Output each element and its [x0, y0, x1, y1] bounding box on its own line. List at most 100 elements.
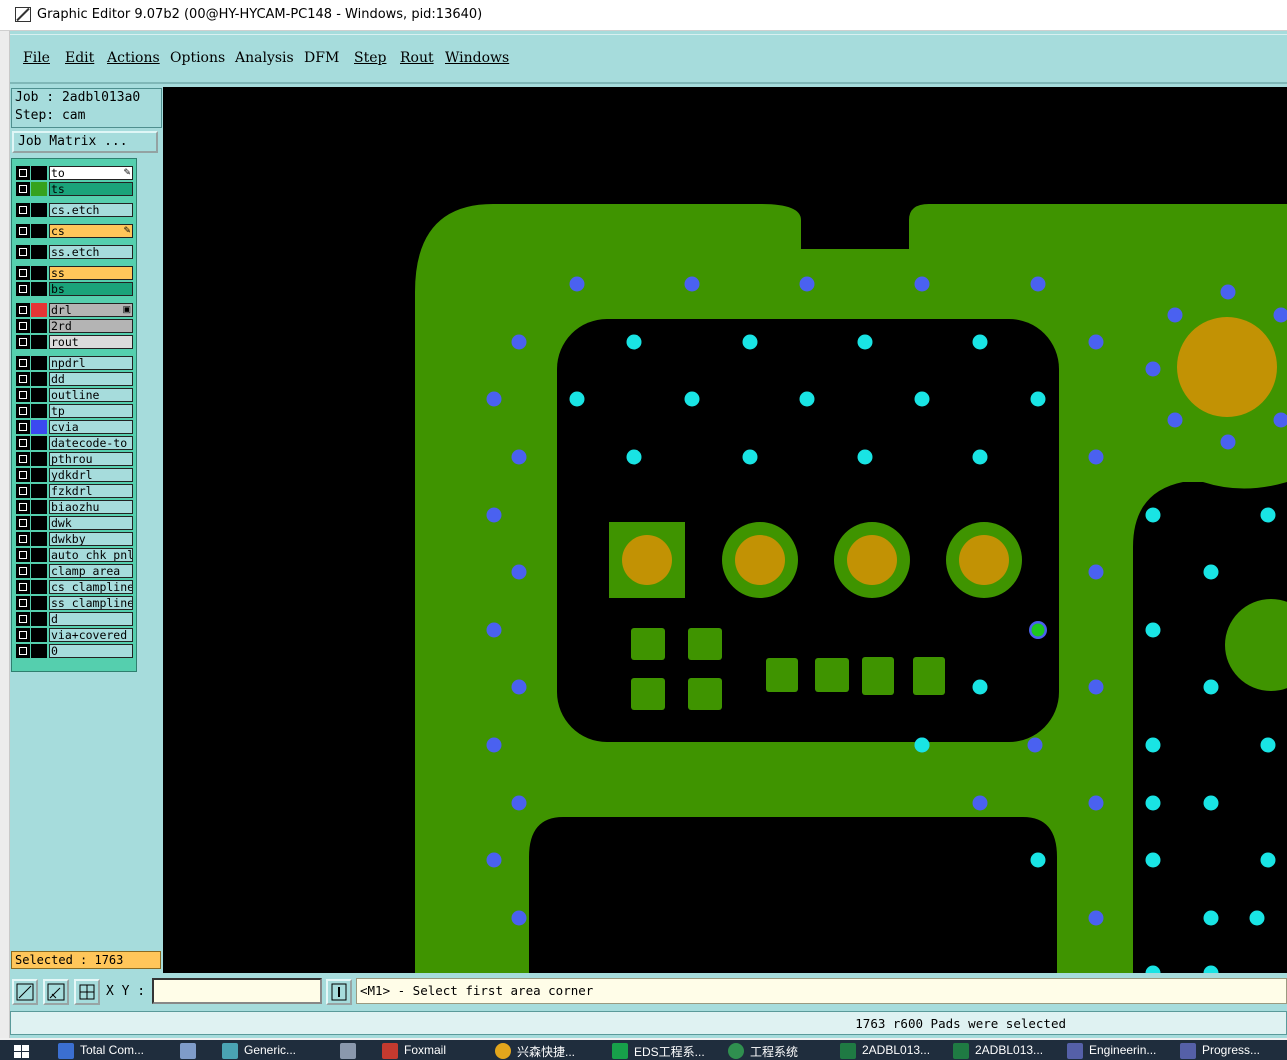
layer-name[interactable]: fzkdrl	[49, 484, 133, 498]
info-button[interactable]	[326, 979, 352, 1005]
layer-color-swatch[interactable]	[31, 356, 47, 370]
layer-name[interactable]: ts	[49, 182, 133, 196]
layer-row-ss-clampline[interactable]: ss_clampline	[15, 596, 133, 610]
layer-row-tp[interactable]: tp	[15, 404, 133, 418]
layer-checkbox[interactable]	[16, 266, 30, 280]
layer-row-to[interactable]: to ✎	[15, 166, 133, 180]
layer-name[interactable]: bs	[49, 282, 133, 296]
layer-row-auto-chk-pnl[interactable]: auto_chk_pnl	[15, 548, 133, 562]
task-calculator[interactable]	[340, 1043, 362, 1060]
layer-name[interactable]: ss.etch	[49, 245, 133, 259]
layer-name[interactable]: datecode-to	[49, 436, 133, 450]
menu-analysis[interactable]: Analysis	[235, 50, 294, 66]
layer-color-swatch[interactable]	[31, 644, 47, 658]
layer-name[interactable]: cs_clampline	[49, 580, 133, 594]
task-excel-1[interactable]: 2ADBL013...	[840, 1043, 930, 1060]
layer-name[interactable]: rout	[49, 335, 133, 349]
layer-row-2rd[interactable]: 2rd	[15, 319, 133, 333]
start-button[interactable]	[14, 1043, 30, 1060]
layer-name[interactable]: ydkdrl	[49, 468, 133, 482]
layer-name[interactable]: d	[49, 612, 133, 626]
menu-windows[interactable]: Windows	[445, 50, 509, 66]
layer-checkbox[interactable]	[16, 319, 30, 333]
layer-name[interactable]: dd	[49, 372, 133, 386]
layer-checkbox[interactable]	[16, 372, 30, 386]
layer-color-swatch[interactable]	[31, 420, 47, 434]
layer-color-swatch[interactable]	[31, 500, 47, 514]
layer-row-ydkdrl[interactable]: ydkdrl	[15, 468, 133, 482]
layer-checkbox[interactable]	[16, 245, 30, 259]
layer-name[interactable]: ss	[49, 266, 133, 280]
layer-checkbox[interactable]	[16, 628, 30, 642]
layer-name[interactable]: ss_clampline	[49, 596, 133, 610]
graphic-canvas[interactable]	[163, 87, 1287, 973]
layer-color-swatch[interactable]	[31, 452, 47, 466]
layer-name[interactable]: biaozhu	[49, 500, 133, 514]
job-matrix-button[interactable]: Job Matrix ...	[12, 131, 158, 153]
layer-color-swatch[interactable]	[31, 266, 47, 280]
layer-checkbox[interactable]	[16, 182, 30, 196]
layer-row-0[interactable]: 0	[15, 644, 133, 658]
layer-checkbox[interactable]	[16, 596, 30, 610]
layer-row-cs[interactable]: cs ✎	[15, 224, 133, 238]
menu-actions[interactable]: Actions	[107, 50, 160, 66]
layer-checkbox[interactable]	[16, 468, 30, 482]
layer-row-clamp-area[interactable]: clamp_area	[15, 564, 133, 578]
layer-checkbox[interactable]	[16, 203, 30, 217]
layer-row-dd[interactable]: dd	[15, 372, 133, 386]
layer-color-swatch[interactable]	[31, 224, 47, 238]
layer-name[interactable]: tp	[49, 404, 133, 418]
layer-color-swatch[interactable]	[31, 388, 47, 402]
layer-name[interactable]: cs	[49, 224, 133, 238]
task-kuaijie[interactable]: 兴森快捷...	[495, 1043, 575, 1060]
layer-color-swatch[interactable]	[31, 282, 47, 296]
layer-name[interactable]: auto_chk_pnl	[49, 548, 133, 562]
layer-color-swatch[interactable]	[31, 182, 47, 196]
layer-color-swatch[interactable]	[31, 245, 47, 259]
layer-row-fzkdrl[interactable]: fzkdrl	[15, 484, 133, 498]
layer-checkbox[interactable]	[16, 548, 30, 562]
task-eds[interactable]: EDS工程系...	[612, 1043, 705, 1060]
menu-edit[interactable]: Edit	[65, 50, 94, 66]
layer-checkbox[interactable]	[16, 580, 30, 594]
layer-name[interactable]: cvia	[49, 420, 133, 434]
layer-name[interactable]: via+covered	[49, 628, 133, 642]
layer-checkbox[interactable]	[16, 612, 30, 626]
layer-name[interactable]: clamp_area	[49, 564, 133, 578]
layer-checkbox[interactable]	[16, 404, 30, 418]
layer-checkbox[interactable]	[16, 224, 30, 238]
task-excel-2[interactable]: 2ADBL013...	[953, 1043, 1043, 1060]
layer-name[interactable]: npdrl	[49, 356, 133, 370]
layer-row-outline[interactable]: outline	[15, 388, 133, 402]
layer-row-d[interactable]: d	[15, 612, 133, 626]
layer-color-swatch[interactable]	[31, 404, 47, 418]
menu-file[interactable]: File	[23, 50, 50, 66]
layer-color-swatch[interactable]	[31, 564, 47, 578]
layer-name[interactable]: dwkby	[49, 532, 133, 546]
layer-name[interactable]: to	[49, 166, 133, 180]
zoom-area-button[interactable]	[12, 979, 38, 1005]
layer-checkbox[interactable]	[16, 484, 30, 498]
layer-row-dwk[interactable]: dwk	[15, 516, 133, 530]
layer-color-swatch[interactable]	[31, 372, 47, 386]
layer-checkbox[interactable]	[16, 532, 30, 546]
task-total-commander[interactable]: Total Com...	[58, 1043, 144, 1060]
layer-name[interactable]: 2rd	[49, 319, 133, 333]
layer-checkbox[interactable]	[16, 500, 30, 514]
menu-dfm[interactable]: DFM	[304, 50, 339, 66]
task-engineering-system[interactable]: 工程系统	[728, 1043, 798, 1060]
layer-row-npdrl[interactable]: npdrl	[15, 356, 133, 370]
xy-input[interactable]	[152, 978, 322, 1004]
board-view[interactable]	[163, 87, 1287, 973]
layer-name[interactable]: dwk	[49, 516, 133, 530]
task-generic[interactable]: Generic...	[222, 1043, 296, 1060]
layer-row-via-covered[interactable]: via+covered	[15, 628, 133, 642]
layer-color-swatch[interactable]	[31, 166, 47, 180]
layer-row-drl[interactable]: drl ▣	[15, 303, 133, 317]
layer-checkbox[interactable]	[16, 356, 30, 370]
layer-checkbox[interactable]	[16, 644, 30, 658]
layer-row-ss[interactable]: ss	[15, 266, 133, 280]
layer-color-swatch[interactable]	[31, 532, 47, 546]
layer-color-swatch[interactable]	[31, 596, 47, 610]
layer-row-bs[interactable]: bs	[15, 282, 133, 296]
